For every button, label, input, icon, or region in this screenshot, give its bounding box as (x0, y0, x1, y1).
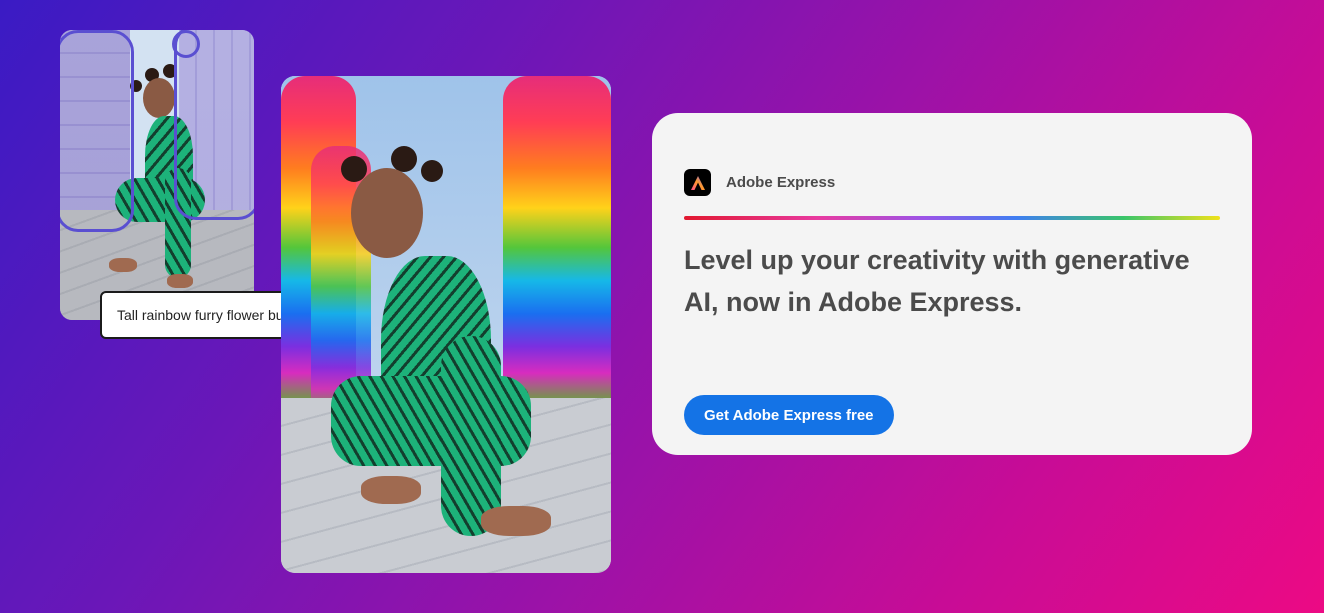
selection-handle-icon[interactable] (172, 30, 200, 58)
selection-outline-left (60, 30, 134, 232)
rainbow-divider (684, 216, 1220, 220)
selection-outline-right (174, 30, 254, 220)
brand-name: Adobe Express (726, 174, 836, 191)
headline: Level up your creativity with generative… (684, 245, 1190, 317)
source-photo-card (60, 30, 254, 320)
info-card: Adobe Express Level up your creativity w… (652, 113, 1252, 455)
brand-row: Adobe Express (684, 169, 835, 196)
generated-photo-card (281, 76, 611, 573)
get-adobe-express-button[interactable]: Get Adobe Express free (684, 395, 894, 435)
adobe-express-logo-icon (684, 169, 711, 196)
generated-person-icon (321, 146, 581, 566)
